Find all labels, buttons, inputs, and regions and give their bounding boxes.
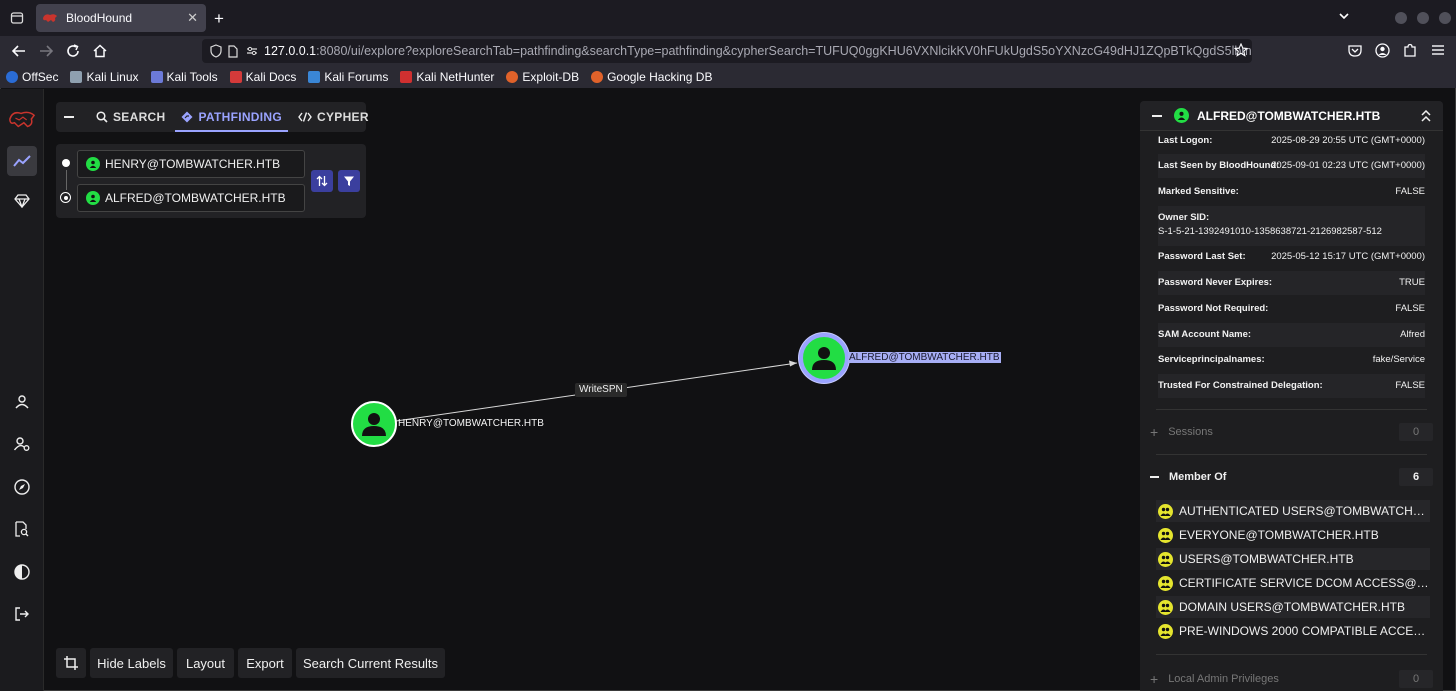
member-of-count: 6 bbox=[1399, 468, 1433, 486]
sessions-section-header[interactable]: + Sessions 0 bbox=[1150, 419, 1433, 445]
property-sam-account-name: SAM Account Name: Alfred bbox=[1158, 323, 1425, 347]
group-icon bbox=[1158, 551, 1173, 567]
crop-reset-view-button[interactable] bbox=[56, 648, 86, 678]
expand-collapse-chevrons-icon[interactable] bbox=[1421, 110, 1431, 122]
property-trusted-for-constrained-delegation: Trusted For Constrained Delegation: FALSE bbox=[1158, 374, 1425, 398]
property-owner-sid: Owner SID: S-1-5-21-1392491010-1358638721… bbox=[1158, 206, 1425, 246]
member-of-item[interactable]: DOMAIN USERS@TOMBWATCHER.HTB bbox=[1156, 596, 1430, 618]
local-admin-section-header[interactable]: + Local Admin Privileges 0 bbox=[1150, 666, 1433, 691]
edge-label[interactable]: WriteSPN bbox=[575, 383, 627, 397]
section-divider bbox=[1156, 409, 1427, 410]
group-icon bbox=[1158, 599, 1173, 615]
member-of-item[interactable]: CERTIFICATE SERVICE DCOM ACCESS@TOMBWATC… bbox=[1156, 572, 1430, 594]
member-of-item[interactable]: EVERYONE@TOMBWATCHER.HTB bbox=[1156, 524, 1430, 546]
graph-node-label-henry: HENRY@TOMBWATCHER.HTB bbox=[398, 418, 544, 429]
sessions-count: 0 bbox=[1399, 423, 1433, 441]
group-icon bbox=[1158, 503, 1173, 519]
collapse-entity-panel-icon[interactable] bbox=[1152, 114, 1162, 117]
property-last-logon: Last Logon: 2025-08-29 20:55 UTC (GMT+000… bbox=[1158, 135, 1425, 146]
group-icon bbox=[1158, 623, 1173, 639]
group-icon bbox=[1158, 575, 1173, 591]
section-divider bbox=[1156, 454, 1427, 455]
graph-node-label-alfred: ALFRED@TOMBWATCHER.HTB bbox=[848, 352, 1001, 363]
user-icon bbox=[812, 347, 836, 370]
property-marked-sensitive: Marked Sensitive: FALSE bbox=[1158, 186, 1425, 197]
property-serviceprincipalnames: Serviceprincipalnames: fake/Service bbox=[1158, 354, 1425, 365]
hide-labels-button[interactable]: Hide Labels bbox=[90, 648, 173, 678]
expand-plus-icon: + bbox=[1150, 671, 1159, 687]
member-of-item[interactable]: USERS@TOMBWATCHER.HTB bbox=[1156, 548, 1430, 570]
section-divider bbox=[1156, 654, 1427, 655]
user-icon bbox=[362, 413, 386, 436]
export-button[interactable]: Export bbox=[238, 648, 292, 678]
layout-button[interactable]: Layout bbox=[177, 648, 234, 678]
entity-title: ALFRED@TOMBWATCHER.HTB bbox=[1197, 108, 1381, 123]
member-of-item[interactable]: PRE-WINDOWS 2000 COMPATIBLE ACCESS@TOMBW… bbox=[1156, 620, 1430, 642]
member-of-item[interactable]: AUTHENTICATED USERS@TOMBWATCHER.HTB bbox=[1156, 500, 1430, 522]
crop-icon bbox=[64, 656, 78, 670]
user-icon bbox=[1174, 108, 1189, 123]
property-password-last-set: Password Last Set: 2025-05-12 15:17 UTC (… bbox=[1158, 251, 1425, 262]
entity-info-panel: ALFRED@TOMBWATCHER.HTB Last Logon: 2025-0… bbox=[1140, 101, 1443, 691]
search-current-results-button[interactable]: Search Current Results bbox=[296, 648, 445, 678]
property-password-never-expires: Password Never Expires: TRUE bbox=[1158, 271, 1425, 295]
edge-arrowhead bbox=[789, 360, 797, 367]
entity-panel-header: ALFRED@TOMBWATCHER.HTB bbox=[1140, 101, 1443, 131]
member-of-section-header[interactable]: Member Of 6 bbox=[1150, 464, 1433, 490]
collapse-minus-icon bbox=[1150, 476, 1159, 478]
graph-node-henry[interactable] bbox=[351, 401, 397, 447]
graph-node-alfred-selected[interactable] bbox=[799, 333, 849, 383]
property-last-seen: Last Seen by BloodHound: 2025-09-01 02:23… bbox=[1158, 154, 1425, 178]
group-icon bbox=[1158, 527, 1173, 543]
local-admin-count: 0 bbox=[1399, 670, 1433, 688]
expand-plus-icon: + bbox=[1150, 424, 1159, 440]
property-password-not-required: Password Not Required: FALSE bbox=[1158, 303, 1425, 314]
